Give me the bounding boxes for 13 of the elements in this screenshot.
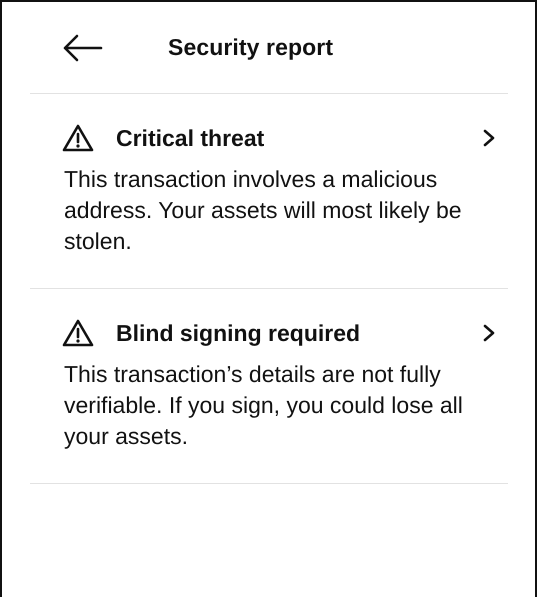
warning-description: This transaction involves a malicious address. Your assets will most likely be stolen. bbox=[64, 165, 463, 256]
back-arrow-icon bbox=[63, 34, 103, 62]
warning-icon bbox=[62, 319, 94, 347]
page-title: Security report bbox=[168, 34, 334, 61]
warning-icon bbox=[62, 124, 94, 152]
warning-row[interactable]: Blind signing required bbox=[62, 319, 495, 347]
warning-title: Critical threat bbox=[116, 124, 266, 152]
chevron-right-icon bbox=[483, 129, 495, 147]
warning-row[interactable]: Critical threat bbox=[62, 124, 495, 152]
chevron-right-icon bbox=[483, 324, 495, 342]
back-button[interactable] bbox=[62, 32, 104, 62]
warning-title: Blind signing required bbox=[116, 320, 362, 346]
warning-description: This transaction’s details are not fully verifiable. If you sign, you could lose all your assets. bbox=[64, 360, 464, 451]
